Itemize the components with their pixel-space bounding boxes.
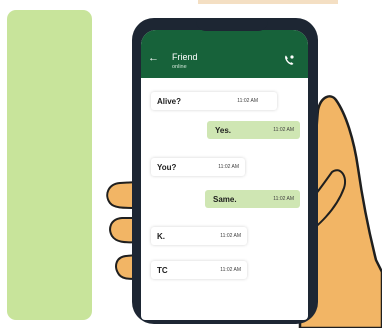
message-time: 11:02 AM	[218, 164, 239, 170]
message-time: 11:02 AM	[237, 98, 258, 104]
phone-handset-icon[interactable]	[283, 54, 295, 66]
message-time: 11:02 AM	[273, 127, 294, 133]
message-bubble-incoming: K. 11:02 AM	[151, 227, 247, 245]
message-text: Alive?	[157, 96, 182, 106]
back-arrow-icon[interactable]: ←	[148, 53, 159, 64]
message-text: TC	[157, 265, 168, 275]
message-bubble-incoming: TC 11:02 AM	[151, 261, 247, 279]
message-text: You?	[157, 162, 177, 172]
message-bubble-incoming: Alive? 11:02 AM	[151, 92, 277, 110]
message-time: 11:02 AM	[220, 233, 241, 239]
message-text: Same.	[213, 194, 237, 204]
message-bubble-incoming: You? 11:02 AM	[151, 158, 245, 176]
contact-status: online	[172, 64, 187, 70]
contact-name: Friend	[172, 52, 198, 62]
chat-header: ← Friend online	[141, 30, 308, 78]
phone-notch	[196, 18, 268, 31]
message-time: 11:02 AM	[220, 267, 241, 273]
message-bubble-outgoing: Yes. 11:02 AM	[207, 121, 300, 139]
message-bubble-outgoing: Same. 11:02 AM	[205, 190, 300, 208]
message-text: K.	[157, 231, 165, 241]
message-text: Yes.	[215, 125, 232, 135]
message-time: 11:02 AM	[273, 196, 294, 202]
